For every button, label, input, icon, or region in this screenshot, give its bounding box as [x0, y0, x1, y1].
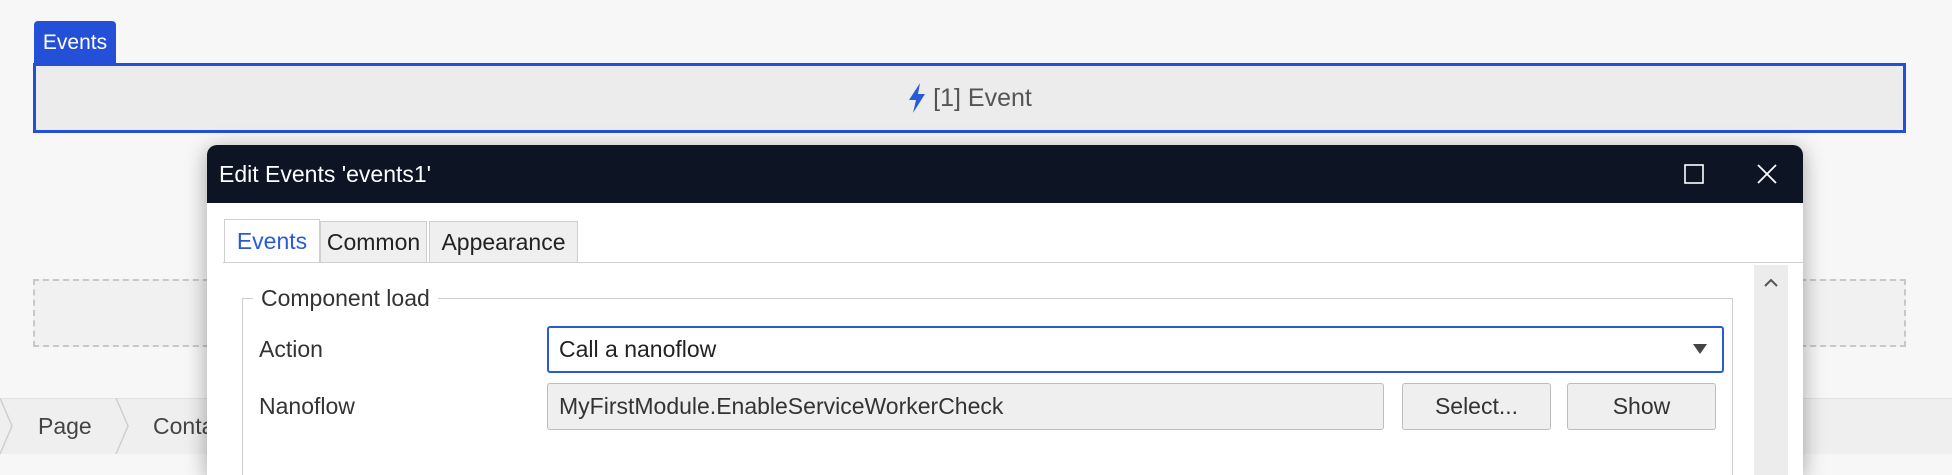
- dialog-scrollbar[interactable]: [1754, 265, 1788, 475]
- event-widget-label: [1] Event: [933, 83, 1032, 112]
- chevron-down-icon: [1693, 344, 1707, 354]
- action-label: Action: [259, 336, 323, 362]
- breadcrumb-separator-icon: [115, 398, 129, 454]
- scroll-up-button[interactable]: [1754, 265, 1788, 299]
- action-select[interactable]: Call a nanoflow: [547, 326, 1724, 373]
- events-widget-tag[interactable]: Events: [34, 21, 116, 64]
- nanoflow-field[interactable]: MyFirstModule.EnableServiceWorkerCheck: [547, 383, 1384, 430]
- bolt-icon: [909, 83, 926, 113]
- nanoflow-label: Nanoflow: [259, 393, 355, 419]
- tab-events[interactable]: Events: [224, 219, 320, 262]
- close-button[interactable]: [1737, 145, 1797, 203]
- dialog-titlebar[interactable]: Edit Events 'events1': [207, 145, 1803, 203]
- close-icon: [1757, 164, 1777, 184]
- show-nanoflow-button[interactable]: Show: [1567, 383, 1716, 430]
- tab-common[interactable]: Common: [320, 221, 427, 262]
- tab-appearance[interactable]: Appearance: [429, 221, 578, 262]
- group-title: Component load: [253, 285, 438, 312]
- maximize-icon: [1684, 164, 1704, 184]
- tab-strip-line: [223, 262, 1803, 263]
- action-select-value: Call a nanoflow: [559, 336, 717, 362]
- dialog-title: Edit Events 'events1': [219, 160, 432, 187]
- edit-events-dialog: Edit Events 'events1' Events Common Appe…: [207, 145, 1803, 475]
- events-widget[interactable]: [1] Event: [33, 63, 1906, 133]
- breadcrumb-separator-icon: [0, 398, 13, 454]
- select-nanoflow-button[interactable]: Select...: [1402, 383, 1551, 430]
- maximize-button[interactable]: [1664, 145, 1724, 203]
- chevron-up-icon: [1764, 278, 1778, 287]
- breadcrumb-item-container[interactable]: Conta: [153, 398, 214, 454]
- breadcrumb-item-page[interactable]: Page: [38, 398, 92, 454]
